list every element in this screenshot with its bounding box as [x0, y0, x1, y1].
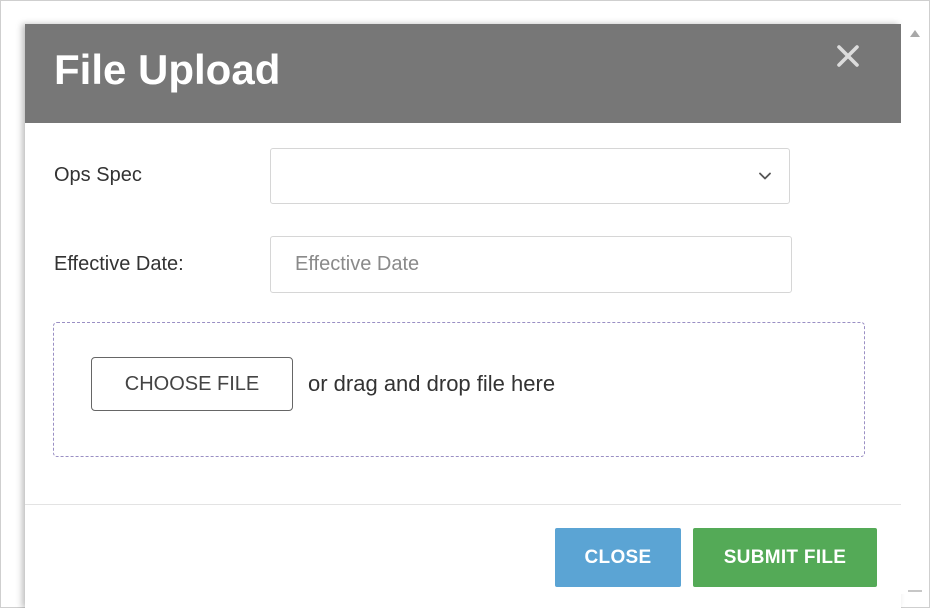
dialog-title: File Upload — [54, 46, 281, 93]
scroll-up-arrow-icon[interactable] — [909, 28, 921, 38]
close-x-icon[interactable] — [834, 42, 862, 70]
file-dropzone[interactable]: CHOOSE FILE or drag and drop file here — [53, 322, 865, 457]
effective-date-label: Effective Date: — [54, 253, 184, 275]
effective-date-input[interactable] — [270, 236, 792, 293]
dialog-header: File Upload — [25, 24, 901, 123]
choose-file-button[interactable]: CHOOSE FILE — [91, 357, 293, 411]
scroll-down-arrow-icon[interactable] — [908, 590, 922, 592]
drag-drop-hint: or drag and drop file here — [308, 371, 556, 396]
scrollbar[interactable] — [901, 24, 928, 594]
chevron-down-icon — [759, 172, 771, 180]
ops-spec-select[interactable] — [270, 148, 790, 204]
ops-spec-label: Ops Spec — [54, 164, 142, 186]
submit-file-button[interactable]: SUBMIT FILE — [693, 528, 877, 587]
file-upload-dialog: File Upload Ops Spec Effective Date: CHO… — [25, 24, 901, 608]
close-button[interactable]: CLOSE — [555, 528, 681, 587]
footer-divider — [25, 504, 901, 505]
